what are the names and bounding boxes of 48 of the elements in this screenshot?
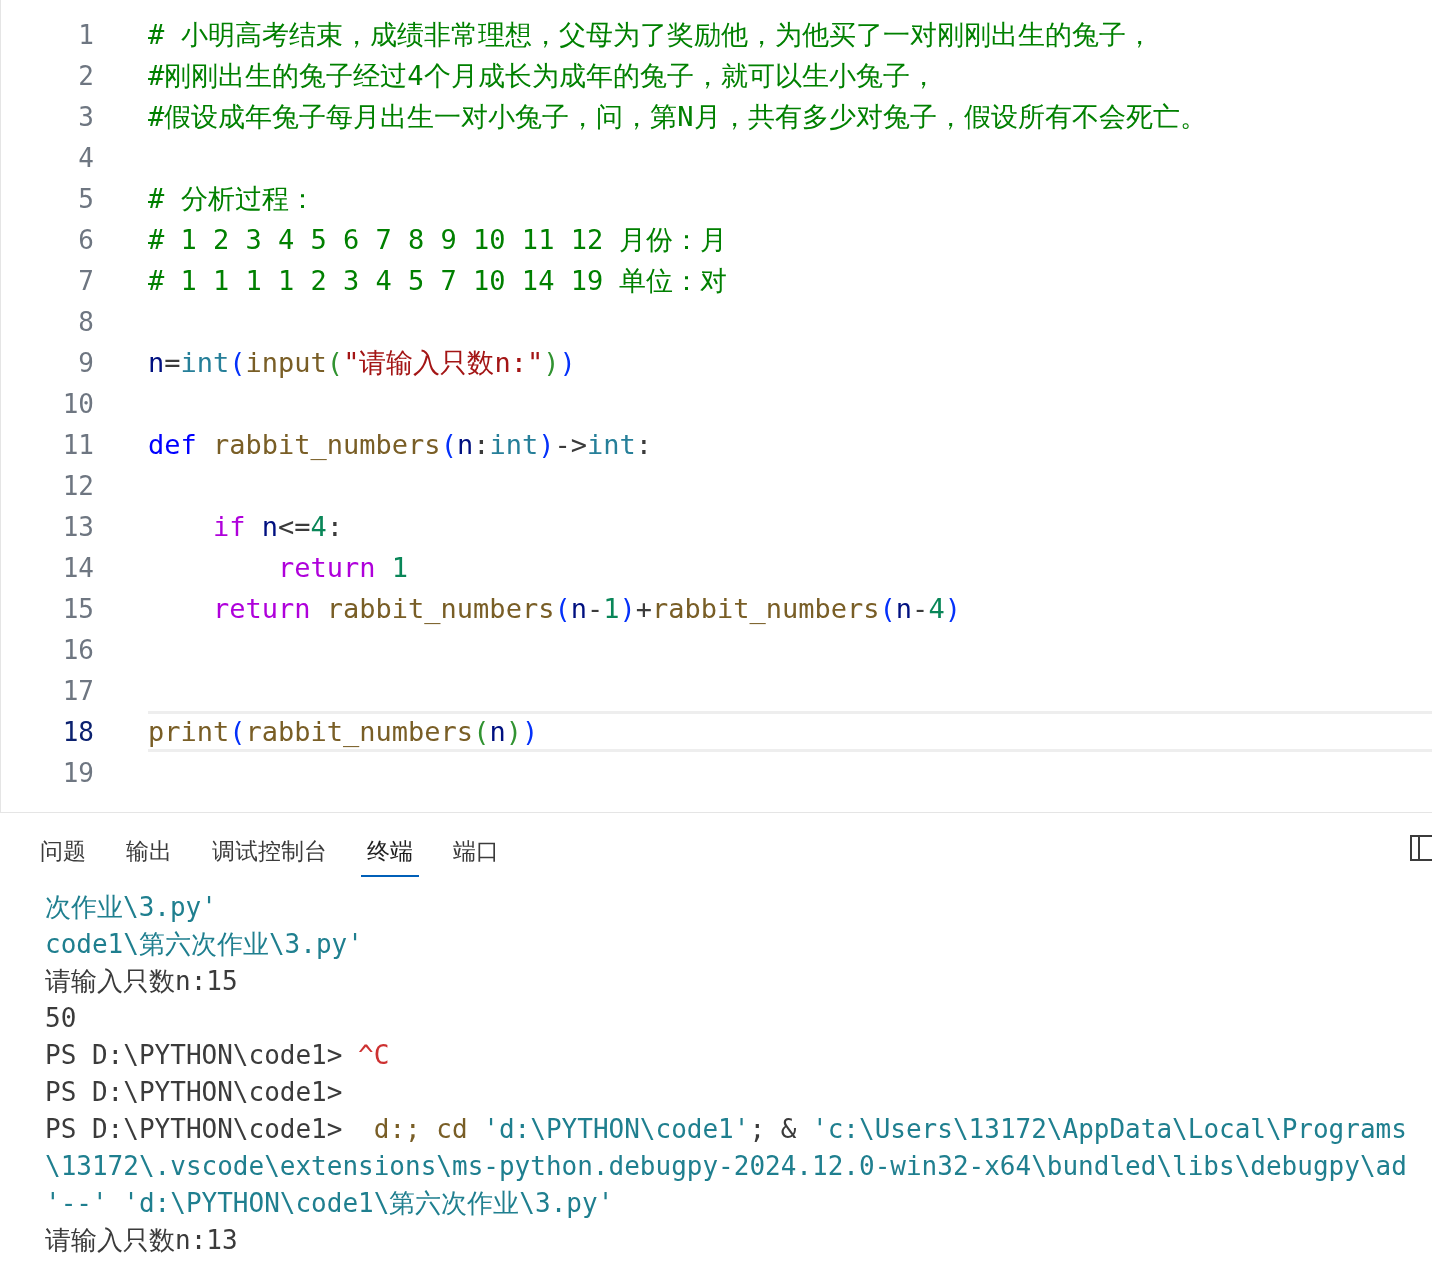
code-line: n=int(input("请输入只数n:")): [148, 345, 576, 380]
panel-tab[interactable]: 终端: [361, 825, 419, 877]
terminal-line: 请输入只数n:13: [45, 1224, 239, 1257]
line-number: 17: [61, 675, 94, 706]
code-line: #刚刚出生的兔子经过4个月成长为成年的兔子，就可以生小兔子，: [148, 58, 937, 93]
line-number: 3: [77, 101, 94, 132]
terminal-line: PS D:\PYTHON\code1> d:; cd 'd:\PYTHON\code1'; & 'c:\Users\13172\AppData\Local\Programs: [45, 1113, 1408, 1146]
code-line: # 分析过程：: [148, 181, 316, 216]
code-editor[interactable]: [0, 0, 1432, 812]
line-number: 16: [61, 634, 94, 665]
line-number: 7: [77, 265, 94, 296]
terminal-line: 请输入只数n:15: [45, 965, 239, 998]
line-number: 5: [77, 183, 94, 214]
line-number: 14: [61, 552, 94, 583]
code-line: # 小明高考结束，成绩非常理想，父母为了奖励他，为他买了一对刚刚出生的兔子，: [148, 17, 1153, 52]
code-line: #假设成年兔子每月出生一对小兔子，问，第N月，共有多少对兔子，假设所有不会死亡。: [148, 99, 1207, 134]
terminal-line: 50: [45, 1002, 78, 1035]
code-line: return rabbit_numbers(n-1)+rabbit_numbers(n-4): [212, 593, 961, 624]
code-line: return 1: [277, 552, 409, 583]
line-number: 12: [61, 470, 94, 501]
line-number: 4: [77, 142, 94, 173]
split-panel-icon[interactable]: [1410, 835, 1432, 863]
terminal-line: 次作业\3.py': [45, 891, 218, 924]
panel-tab[interactable]: 输出: [120, 825, 178, 877]
line-number: 6: [77, 224, 94, 255]
line-number: 13: [61, 511, 94, 542]
panel-tab[interactable]: 调试控制台: [206, 825, 333, 877]
line-number: 9: [77, 347, 94, 378]
code-line: if n<=4:: [212, 511, 344, 542]
code-line: print(rabbit_numbers(n)): [148, 716, 539, 747]
line-number: 18: [61, 716, 94, 747]
line-number: 19: [61, 757, 94, 788]
terminal-line: PS D:\PYTHON\code1>: [45, 1076, 344, 1109]
line-number: 8: [77, 306, 94, 337]
line-number: 10: [61, 388, 94, 419]
line-number: 1: [77, 19, 94, 50]
terminal-line: '--' 'd:\PYTHON\code1\第六次作业\3.py': [45, 1187, 615, 1220]
code-line: def rabbit_numbers(n:int)->int:: [148, 429, 653, 460]
terminal-line: PS D:\PYTHON\code1> ^C: [45, 1039, 391, 1072]
line-number: 11: [61, 429, 94, 460]
line-number: 15: [61, 593, 94, 624]
code-line: # 1 1 1 1 2 3 4 5 7 10 14 19 单位：对: [148, 263, 728, 298]
terminal-line: code1\第六次作业\3.py': [45, 928, 364, 961]
code-line: # 1 2 3 4 5 6 7 8 9 10 11 12 月份：月: [148, 222, 728, 257]
panel-tab[interactable]: 端口: [447, 825, 505, 877]
terminal-line: \13172\.vscode\extensions\ms-python.debugpy-2024.12.0-win32-x64\bundled\libs\debugpy\ad: [45, 1150, 1408, 1183]
line-number: 2: [77, 60, 94, 91]
panel-tab[interactable]: 问题: [34, 825, 92, 877]
